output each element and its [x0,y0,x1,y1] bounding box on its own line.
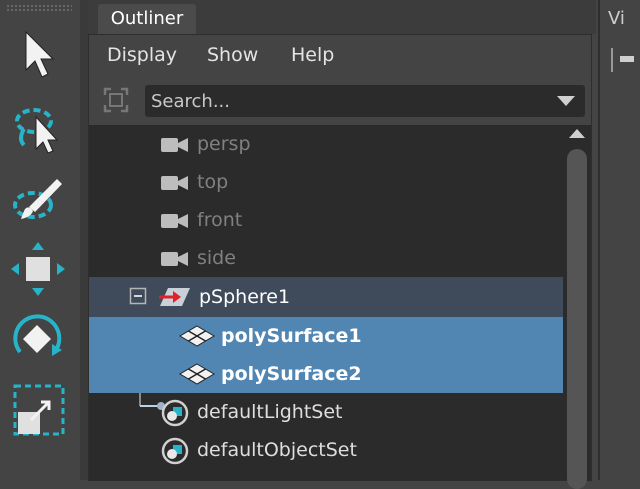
scrollbar-thumb[interactable] [567,149,587,489]
menu-show[interactable]: Show [207,41,258,69]
tree-item-label: pSphere1 [199,286,291,308]
scroll-up-icon[interactable] [569,129,585,138]
rotate-tool-button[interactable] [6,310,70,368]
transform-icon [159,285,191,313]
tree-item-label: polySurface1 [221,325,362,347]
tree-item-defaultlightset[interactable]: defaultLightSet [89,393,563,431]
search-row [89,83,591,119]
tree-item-persp[interactable]: persp [89,125,563,163]
tree-item-psphere1[interactable]: pSphere1 [89,277,563,317]
tree-item-polysurface2[interactable]: polySurface2 [89,355,563,393]
paint-select-icon [9,171,67,227]
tree-item-label: defaultLightSet [197,401,343,423]
tree-item-defaultobjectset[interactable]: defaultObjectSet [89,431,563,469]
lasso-select-icon [10,99,66,155]
lasso-tool-button[interactable] [6,98,70,156]
search-dropdown-caret-icon[interactable] [557,96,575,106]
outliner-tree: persp top front side pSphere1 polySurfac… [89,125,563,481]
scale-tool-icon [9,382,67,440]
set-icon [161,437,189,469]
scale-tool-button[interactable] [6,382,70,440]
select-arrow-icon [18,28,58,82]
viewport-toolbar [606,44,640,74]
tree-item-polysurface1[interactable]: polySurface1 [89,317,563,355]
camera-icon [161,137,189,157]
mesh-icon [179,325,215,351]
tree-item-label: polySurface2 [221,363,362,385]
outliner-panel: Display Show Help persp [88,34,592,489]
toolbar-grip[interactable] [6,4,72,12]
set-icon [161,399,189,431]
tree-item-label: front [197,209,243,231]
outliner-menubar: Display Show Help [89,35,591,75]
select-tool-button[interactable] [6,26,70,84]
viewport-panel: Vi [598,0,640,480]
tree-item-label: persp [197,133,251,155]
collapse-icon [129,287,147,305]
camera-icon [161,175,189,195]
tool-box [0,0,80,480]
paint-select-tool-button[interactable] [6,170,70,228]
search-input[interactable] [145,85,551,117]
outliner-tab-bar: Outliner [88,0,596,34]
mesh-icon [179,363,215,389]
tree-item-front[interactable]: front [89,201,563,239]
tab-viewport[interactable]: Vi [608,4,640,34]
collapse-toggle[interactable] [129,287,149,307]
tree-item-label: top [197,171,229,193]
rotate-tool-icon [8,310,68,368]
tab-outliner[interactable]: Outliner [98,4,196,34]
tree-item-side[interactable]: side [89,239,563,277]
filter-selection-icon[interactable] [101,85,131,115]
search-field [145,85,585,117]
menu-help[interactable]: Help [291,41,334,69]
tree-item-label: defaultObjectSet [197,439,357,461]
tree-item-label: side [197,247,236,269]
camera-icon [161,213,189,233]
camera-icon [161,251,189,271]
panel-splitter[interactable] [80,0,88,480]
tree-item-top[interactable]: top [89,163,563,201]
move-tool-icon [9,240,67,298]
viewport-toolbar-grip-icon [611,48,634,72]
outliner-scrollbar[interactable] [563,125,591,489]
move-tool-button[interactable] [6,240,70,298]
menu-display[interactable]: Display [107,41,177,69]
